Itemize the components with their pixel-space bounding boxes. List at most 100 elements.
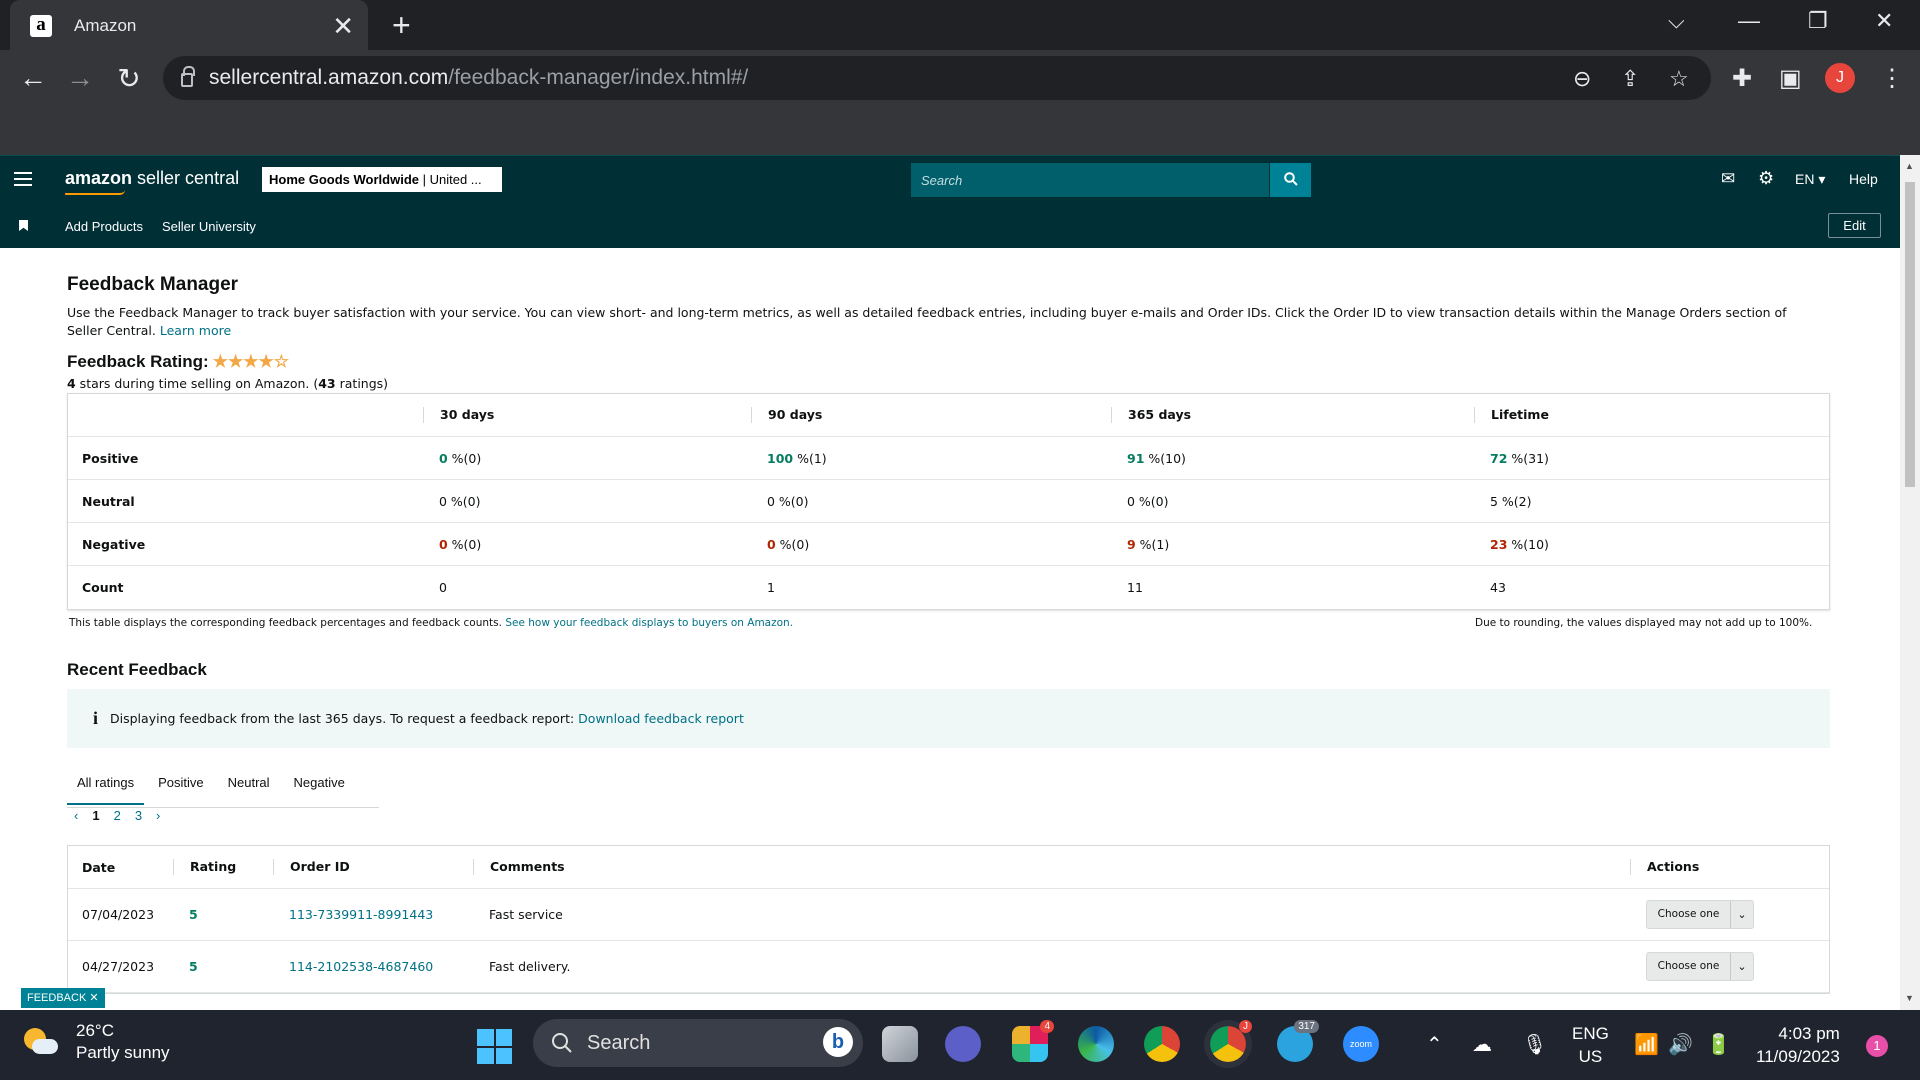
chrome-icon[interactable] — [1144, 1026, 1180, 1062]
feedback-date: 07/04/2023 — [82, 907, 155, 922]
notification-badge[interactable]: 1 — [1866, 1035, 1888, 1057]
order-id-link[interactable]: 113-7339911-8991443 — [289, 907, 433, 922]
scroll-thumb[interactable] — [1905, 182, 1915, 487]
tab-all-ratings[interactable]: All ratings — [67, 768, 145, 805]
feedback-metrics-table: 30 days 90 days 365 days Lifetime Positi… — [67, 393, 1830, 610]
extensions-icon[interactable]: ✚ — [1732, 64, 1752, 93]
rating-tabs: All ratings Positive Neutral Negative — [67, 768, 379, 808]
page-scrollbar[interactable]: ▲ ▼ — [1900, 155, 1920, 1010]
metrics-row: Positive 0 %(0) 100 %(1) 91 %(10) 72 %(31) — [68, 437, 1829, 480]
metrics-row: Neutral 0 %(0) 0 %(0) 0 %(0) 5 %(2) — [68, 480, 1829, 523]
bookmark-star-icon[interactable]: ☆ — [1669, 66, 1689, 92]
bing-icon[interactable]: b — [823, 1027, 853, 1057]
minimize-button[interactable]: — — [1738, 8, 1760, 34]
actions-dropdown[interactable]: Choose one ⌄ — [1646, 900, 1754, 929]
search-button[interactable] — [1270, 163, 1311, 197]
zoom-icon[interactable]: ⊖ — [1573, 66, 1591, 92]
search-input[interactable]: Search — [911, 163, 1269, 197]
edge-icon[interactable] — [1078, 1026, 1114, 1062]
next-page-icon[interactable]: › — [156, 808, 160, 823]
table-row: 04/27/2023 5 114-2102538-4687460 Fast deliv… — [68, 941, 1829, 993]
wifi-icon[interactable]: 📶 — [1634, 1032, 1659, 1057]
edit-button[interactable]: Edit — [1828, 213, 1881, 238]
feedback-display-link[interactable]: See how your feedback displays to buyers… — [505, 617, 793, 629]
hamburger-menu-icon[interactable] — [14, 168, 32, 190]
chrome-menu-icon[interactable]: ⋮ — [1880, 64, 1904, 93]
add-products-link[interactable]: Add Products — [65, 219, 143, 234]
table-row: 07/04/2023 5 113-7339911-8991443 Fast servi… — [68, 889, 1829, 941]
feedback-widget-tab[interactable]: FEEDBACK ✕ — [21, 988, 105, 1008]
seller-university-link[interactable]: Seller University — [162, 219, 256, 234]
order-id-link[interactable]: 114-2102538-4687460 — [289, 959, 433, 974]
browser-toolbar: ← → ↻ sellercentral.amazon.com/feedback-… — [0, 50, 1920, 155]
metric-cell: 0 %(0) — [439, 450, 482, 466]
forward-button[interactable]: → — [60, 62, 100, 94]
actions-dropdown[interactable]: Choose one ⌄ — [1646, 952, 1754, 981]
slack-icon[interactable]: 4 — [1012, 1020, 1054, 1062]
chevron-down-icon: ⌄ — [1737, 960, 1747, 973]
tab-positive[interactable]: Positive — [148, 768, 214, 805]
zoom-icon[interactable]: zoom — [1343, 1026, 1379, 1062]
start-button[interactable] — [477, 1029, 512, 1064]
star-empty-icon: ☆ — [273, 352, 289, 371]
profile-avatar[interactable]: J — [1825, 63, 1855, 93]
recent-feedback-title: Recent Feedback — [67, 660, 207, 679]
help-link[interactable]: Help — [1849, 171, 1878, 187]
tab-negative[interactable]: Negative — [284, 768, 355, 805]
side-panel-icon[interactable]: ▣ — [1779, 64, 1802, 93]
language-indicator[interactable]: ENG US — [1572, 1022, 1609, 1068]
page-link[interactable]: 3 — [135, 808, 142, 823]
amazon-favicon-icon: a — [30, 14, 52, 37]
chrome-profile-icon[interactable]: J — [1204, 1020, 1252, 1068]
browser-tab[interactable]: a Amazon ✕ — [10, 0, 368, 51]
search-icon — [1283, 172, 1298, 186]
reload-button[interactable]: ↻ — [109, 62, 149, 95]
close-window-button[interactable]: ✕ — [1875, 8, 1893, 34]
address-bar[interactable]: sellercentral.amazon.com/feedback-manage… — [163, 56, 1711, 100]
tab-search-icon[interactable]: ⌵ — [1668, 8, 1685, 34]
mail-icon[interactable]: ✉ — [1721, 169, 1735, 189]
tab-neutral[interactable]: Neutral — [218, 768, 280, 805]
tab-close-icon[interactable]: ✕ — [332, 13, 354, 39]
lock-icon — [181, 66, 195, 87]
download-report-link[interactable]: Download feedback report — [578, 711, 744, 726]
clock[interactable]: 4:03 pm 11/09/2023 — [1756, 1022, 1840, 1068]
tray-overflow-icon[interactable]: ⌃ — [1426, 1032, 1443, 1057]
store-selector[interactable]: Home Goods Worldwide | United ... — [262, 167, 502, 192]
restore-button[interactable]: ❐ — [1808, 8, 1828, 34]
seller-central-logo[interactable]: amazon seller central — [65, 168, 239, 195]
share-icon[interactable]: ⇪ — [1621, 66, 1639, 92]
telegram-icon[interactable]: 317 — [1277, 1020, 1319, 1062]
back-button[interactable]: ← — [13, 62, 53, 94]
bookmark-icon[interactable] — [19, 220, 28, 231]
teams-chat-icon[interactable] — [945, 1026, 981, 1062]
column-header: Lifetime — [1474, 407, 1829, 423]
metric-cell: 9 %(1) — [1127, 536, 1170, 552]
learn-more-link[interactable]: Learn more — [160, 323, 231, 338]
microphone-icon[interactable]: 🎙 — [1522, 1032, 1547, 1057]
new-tab-button[interactable]: + — [392, 8, 411, 42]
feedback-rating-heading: Feedback Rating: ★ ★ ★ ★ ☆ — [67, 352, 289, 372]
rating-summary: 4 stars during time selling on Amazon. (… — [67, 376, 389, 391]
intro-text: Use the Feedback Manager to track buyer … — [67, 305, 1787, 338]
scroll-down-icon[interactable]: ▼ — [1905, 993, 1914, 1003]
feedback-rating: 5 — [189, 959, 198, 974]
taskbar-search[interactable]: Search b — [533, 1019, 863, 1067]
page-link[interactable]: 2 — [114, 808, 121, 823]
metric-cell: 0 — [439, 580, 447, 595]
star-filled-icon: ★ — [212, 352, 228, 371]
pagination: ‹ 1 2 3 › — [74, 808, 160, 823]
scroll-up-icon[interactable]: ▲ — [1905, 161, 1914, 171]
rating-stars: ★ ★ ★ ★ ☆ — [213, 352, 289, 372]
prev-page-icon[interactable]: ‹ — [74, 808, 78, 823]
onedrive-icon[interactable]: ☁ — [1472, 1032, 1492, 1057]
weather-widget[interactable]: 26°C Partly sunny — [22, 1020, 170, 1064]
task-view-icon[interactable] — [882, 1026, 918, 1062]
language-selector[interactable]: EN ▾ — [1795, 171, 1825, 188]
volume-icon[interactable]: 🔊 — [1668, 1032, 1693, 1057]
metric-cell: 23 %(10) — [1490, 536, 1549, 552]
settings-gear-icon[interactable]: ⚙ — [1758, 168, 1774, 189]
tab-title: Amazon — [74, 15, 137, 35]
page-link[interactable]: 1 — [92, 808, 99, 823]
battery-icon[interactable]: 🔋 — [1706, 1032, 1731, 1057]
